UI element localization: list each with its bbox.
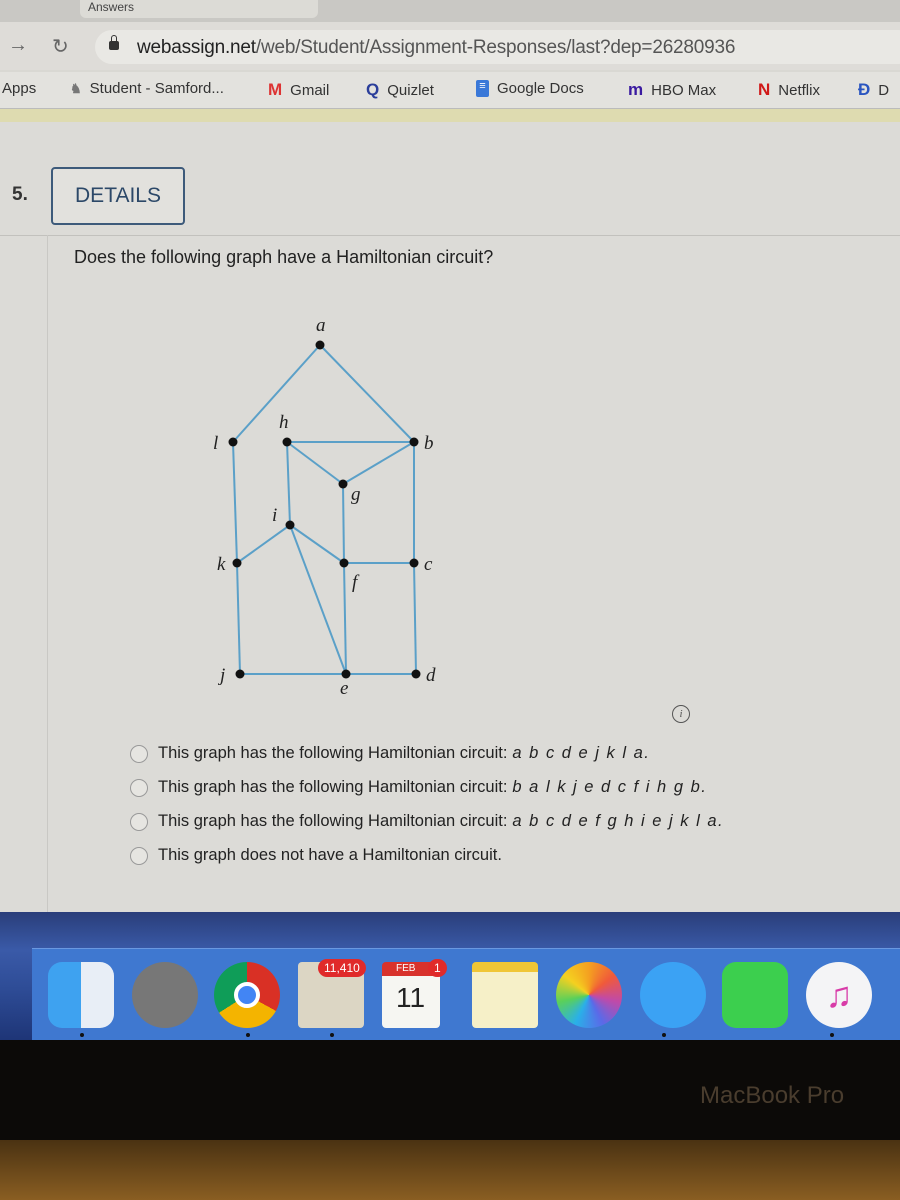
lock-icon <box>109 35 119 50</box>
url-path: /web/Student/Assignment-Responses/last?d… <box>255 37 736 58</box>
graph-edge-g-f <box>342 483 345 564</box>
graph-vertex-c <box>409 558 419 568</box>
graph-vertex-f <box>339 558 349 568</box>
running-indicator <box>246 1033 250 1037</box>
messages-icon[interactable] <box>640 962 706 1028</box>
bookmark-netflix[interactable]: N Netflix <box>758 80 820 100</box>
graph-edge-h-g <box>286 441 344 485</box>
option-3[interactable]: This graph has the following Hamiltonian… <box>130 812 724 831</box>
dock: 11,410 FEB 11 1 ♫ <box>32 948 900 1040</box>
launchpad-icon[interactable] <box>132 962 198 1028</box>
laptop-brand: MacBook Pro <box>700 1082 845 1109</box>
chrome-icon[interactable] <box>214 962 280 1028</box>
tab-strip: Answers <box>0 0 900 22</box>
address-bar[interactable]: webassign.net/web/Student/Assignment-Res… <box>95 30 900 64</box>
graph-edge-l-k <box>232 441 238 564</box>
mail-badge: 11,410 <box>318 959 366 977</box>
option-4[interactable]: This graph does not have a Hamiltonian c… <box>130 846 502 865</box>
graph-vertex-label-j: j <box>217 665 225 686</box>
graph-vertex-b <box>409 437 419 447</box>
graph-edge-k-j <box>236 562 241 675</box>
graph-vertex-j <box>235 669 245 679</box>
graph-vertex-label-l: l <box>213 433 218 454</box>
calendar-badge: 1 <box>428 959 447 977</box>
forward-icon[interactable]: → <box>8 34 28 57</box>
url-domain: webassign.net <box>137 37 256 58</box>
graph-vertex-d <box>411 669 421 679</box>
radio-button[interactable] <box>130 812 148 831</box>
radio-button[interactable] <box>130 778 148 797</box>
graph-vertex-h <box>282 437 292 447</box>
music-icon[interactable]: ♫ <box>806 962 872 1028</box>
graph-vertex-i <box>285 520 295 530</box>
bookmark-hbo-max[interactable]: m HBO Max <box>628 80 716 100</box>
hbo-max-icon: m <box>628 80 644 99</box>
graph-vertex-label-f: f <box>352 572 360 593</box>
facetime-icon[interactable] <box>722 962 788 1028</box>
radio-button[interactable] <box>130 846 148 865</box>
running-indicator <box>80 1033 84 1037</box>
radio-button[interactable] <box>130 744 148 763</box>
quizlet-icon: Q <box>366 80 380 99</box>
graph-vertex-label-d: d <box>426 665 436 686</box>
graph-edge-c-d <box>413 562 417 675</box>
page-header-strip <box>0 108 900 123</box>
graph-edge-f-e <box>343 562 347 675</box>
graph-edge-g-b <box>342 441 415 485</box>
netflix-icon: N <box>758 80 771 99</box>
bookmarks-bar: Apps ♞ Student - Samford... M Gmail Q Quizl… <box>0 72 900 108</box>
photos-icon[interactable] <box>556 962 622 1028</box>
graph-edge-h-i <box>286 441 291 526</box>
graph-vertex-label-b: b <box>424 433 434 454</box>
graph-vertex-label-h: h <box>279 412 289 433</box>
graph-vertex-label-k: k <box>217 554 226 575</box>
bookmark-google-docs[interactable]: ≡ Google Docs <box>476 80 584 97</box>
samford-icon: ♞ <box>70 80 82 96</box>
graph-edge-i-k <box>236 524 291 564</box>
running-indicator <box>330 1033 334 1037</box>
graph-vertex-label-g: g <box>351 484 361 505</box>
gmail-icon: M <box>268 80 283 99</box>
graph-edge-i-e <box>289 524 347 675</box>
graph-vertex-label-i: i <box>272 505 277 526</box>
graph-vertex-label-c: c <box>424 554 433 575</box>
browser-tab[interactable]: Answers <box>80 0 318 18</box>
google-docs-icon: ≡ <box>476 80 489 97</box>
graph-edge-a-b <box>319 344 415 443</box>
laptop-base <box>0 1140 900 1200</box>
graph-vertex-g <box>338 479 348 489</box>
bookmark-quizlet[interactable]: Q Quizlet <box>366 80 434 100</box>
graph-vertex-label-a: a <box>316 315 326 336</box>
graph-edge-a-l <box>232 344 321 443</box>
graph-vertex-a <box>315 340 325 350</box>
bookmark-gmail[interactable]: M Gmail <box>268 80 329 100</box>
reload-icon[interactable]: ↻ <box>52 34 69 59</box>
graph-vertex-l <box>228 437 238 447</box>
browser-toolbar: → ↻ webassign.net/web/Student/Assignment… <box>0 22 900 70</box>
graph-vertex-label-e: e <box>340 678 348 699</box>
notes-icon[interactable] <box>472 962 538 1028</box>
running-indicator <box>662 1033 666 1037</box>
assignment-page: 5. DETAILS Does the following graph have… <box>0 122 900 912</box>
bookmark-samford[interactable]: ♞ Student - Samford... <box>70 80 224 97</box>
option-1[interactable]: This graph has the following Hamiltonian… <box>130 744 650 763</box>
disney-icon: Ð <box>858 80 871 99</box>
screen: Answers → ↻ webassign.net/web/Student/As… <box>0 0 900 1040</box>
bookmark-apps[interactable]: Apps <box>2 80 36 97</box>
graph-vertex-k <box>232 558 242 568</box>
info-icon[interactable]: i <box>672 705 690 723</box>
finder-icon[interactable] <box>48 962 114 1028</box>
bookmark-disney[interactable]: ÐD <box>858 80 889 100</box>
option-2[interactable]: This graph has the following Hamiltonian… <box>130 778 707 797</box>
running-indicator <box>830 1033 834 1037</box>
